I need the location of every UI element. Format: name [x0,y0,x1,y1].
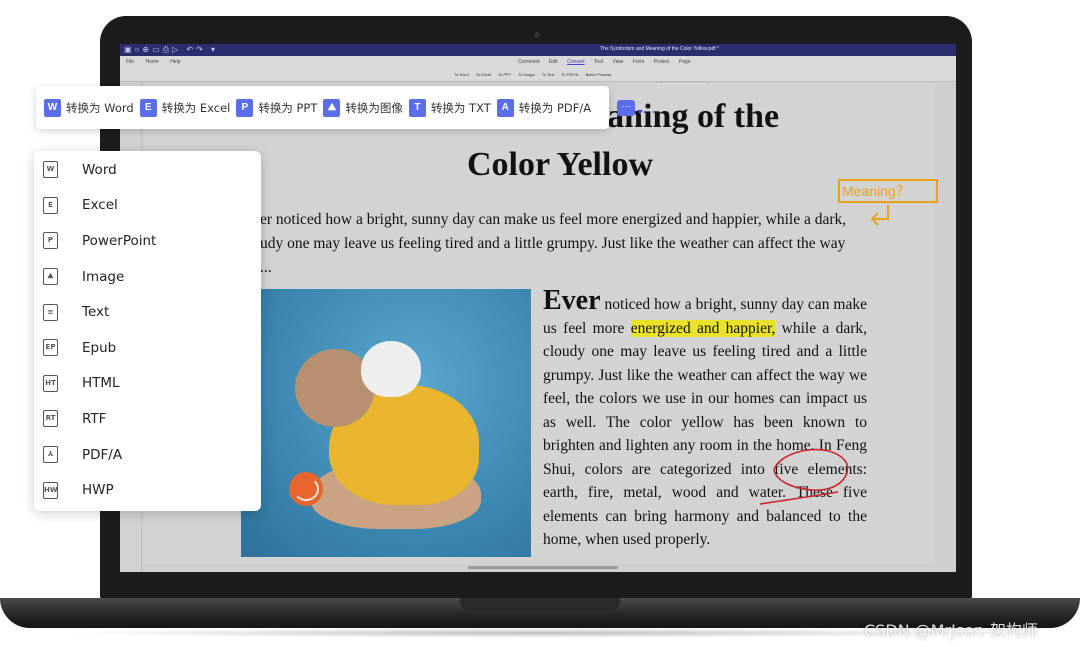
to-image-tool[interactable]: To Image [518,72,534,77]
text-file-icon: ≡ [43,303,58,321]
menu-item-rtf[interactable]: RT RTF [34,401,261,437]
hwp-file-icon: HW [43,481,58,499]
dog-hood [361,341,421,397]
pdfa-file-icon: ⅄ [43,446,58,464]
ball-seam [293,477,319,501]
convert-to-word-button[interactable]: W 转换为 Word [41,95,134,117]
menu-item-html[interactable]: HT HTML [34,366,261,402]
convert-toolbar: W 转换为 Word E 转换为 Excel P 转换为 PPT ⛰ 转换为图像… [36,86,644,129]
tab-tool[interactable]: Tool [594,59,603,65]
document-title-line2: Color Yellow [466,146,654,183]
intro-paragraph: er noticed how a bright, sunny day can m… [260,208,868,280]
tab-convert[interactable]: Convert [567,59,585,65]
tab-view[interactable]: View [613,59,624,65]
title-bar: ▣○⊕▭⎙▷ ↶↷ ▾ The Symbolism and Meaning of… [120,44,956,56]
tab-comment[interactable]: Comment [518,59,540,65]
ink-annotation[interactable] [760,440,860,510]
txt-icon: T [405,95,426,117]
window-title: The Symbolism and Meaning of the Color Y… [600,46,719,52]
horizontal-scrollbar[interactable] [468,566,618,569]
menu-item-label: Text [82,304,110,321]
menu-item-epub[interactable]: EP Epub [34,330,261,366]
convert-to-ppt-button[interactable]: P 转换为 PPT [233,95,318,117]
convert-to-image-button[interactable]: ⛰ 转换为图像 [320,95,403,117]
word-icon: W [41,95,61,117]
intro-line: udy one may leave us feeling tired and a… [260,235,846,252]
menu-item-pdfa[interactable]: ⅄ PDF/A [34,437,261,473]
to-excel-tool[interactable]: To Excel [476,72,491,77]
highlighted-text[interactable]: energized and happier, [630,319,776,337]
menu-item-powerpoint[interactable]: P PowerPoint [34,223,261,259]
menu-item-label: Image [82,268,125,285]
excel-icon: E [136,95,157,117]
batch-process-tool[interactable]: Batch Process [586,72,612,77]
camera-icon [534,32,540,38]
tab-protect[interactable]: Protect [654,59,670,65]
tab-edit[interactable]: Edit [549,59,558,65]
dog-photo [241,289,531,557]
word-file-icon: W [43,161,58,179]
image-file-icon: ⛰ [43,268,58,286]
menu-item-image[interactable]: ⛰ Image [34,259,261,295]
menu-home[interactable]: Home [145,59,158,65]
pdfa-icon: A [493,95,514,117]
menu-item-text[interactable]: ≡ Text [34,294,261,330]
convert-to-ppt-label: 转换为 PPT [258,100,318,115]
menu-item-word[interactable]: W Word [34,152,261,188]
to-text-tool[interactable]: To Text [542,72,555,77]
convert-to-excel-label: 转换为 Excel [161,100,231,115]
menu-item-label: PowerPoint [82,232,157,249]
menu-item-label: HWP [82,482,114,499]
convert-to-excel-button[interactable]: E 转换为 Excel [136,95,231,117]
body-text-rest: while a dark, cloudy one may leave us fe… [543,319,867,549]
chevron-down-icon [637,109,644,114]
main-menu: File Home Help [126,59,190,65]
drop-cap-word: Ever [543,285,601,316]
intro-line: er noticed how a bright, sunny day can m… [260,211,847,228]
convert-to-txt-button[interactable]: T 转换为 TXT [405,95,491,117]
laptop-notch [460,598,620,611]
ribbon-tools: To Word To Excel To PPT To Image To Text… [454,72,617,77]
menu-item-label: Word [82,161,117,178]
to-word-tool[interactable]: To Word [454,72,469,77]
convert-to-image-label: 转换为图像 [345,100,403,115]
menu-item-label: Epub [82,339,117,356]
more-icon: ⋯ [617,99,636,116]
menu-item-hwp[interactable]: HW HWP [34,472,261,508]
format-dropdown-menu: W Word E Excel P PowerPoint ⛰ Image ≡ Te… [34,151,261,511]
menu-file[interactable]: File [126,59,134,65]
image-icon: ⛰ [320,95,341,117]
menu-item-label: Excel [82,197,118,214]
intro-line: ... [260,259,272,276]
body-paragraph: Ever noticed how a bright, sunny day can… [543,287,867,552]
html-file-icon: HT [43,374,58,392]
convert-to-txt-label: 转换为 TXT [430,100,491,115]
menu-item-excel[interactable]: E Excel [34,188,261,224]
to-ppt-tool[interactable]: To PPT [498,72,511,77]
comment-annotation[interactable]: Meaning？ [838,179,938,203]
annotation-arrow-icon [870,205,889,226]
menu-item-label: PDF/A [82,446,123,463]
convert-to-pdfa-label: 转换为 PDF/A [518,100,592,115]
menu-item-label: RTF [82,410,107,427]
menu-item-label: HTML [82,375,120,392]
ppt-icon: P [233,95,254,117]
tab-form[interactable]: Form [633,59,645,65]
to-pdfa-tool[interactable]: To PDF/A [561,72,578,77]
more-formats-button[interactable]: ⋯ [617,95,644,121]
menu-help[interactable]: Help [170,59,180,65]
excel-file-icon: E [43,196,58,214]
convert-to-word-label: 转换为 Word [66,100,134,115]
watermark: CSDN @MrJson-架构师 [864,621,1038,640]
ribbon: File Home Help Comment Edit Convert Tool… [120,56,956,82]
rtf-file-icon: RT [43,410,58,428]
quick-access-icons[interactable]: ▣○⊕▭⎙▷ ↶↷ ▾ [124,45,218,55]
powerpoint-file-icon: P [43,232,58,250]
ribbon-tabs: Comment Edit Convert Tool View Form Prot… [518,59,699,65]
epub-file-icon: EP [43,339,58,357]
convert-to-pdfa-button[interactable]: A 转换为 PDF/A [493,95,592,117]
tab-page[interactable]: Page [679,59,691,65]
